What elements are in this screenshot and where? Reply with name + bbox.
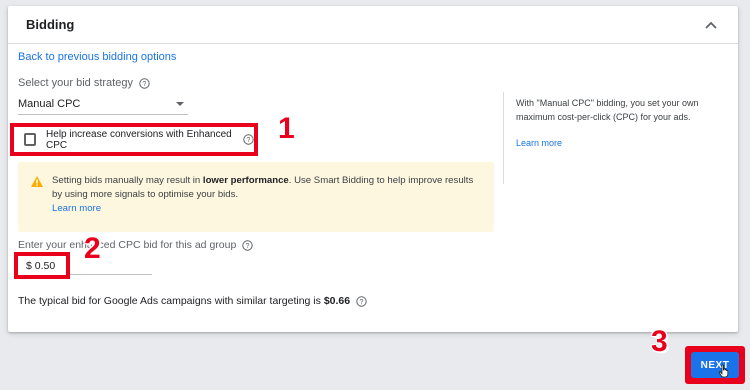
cpc-bid-input[interactable]: $ 0.50	[14, 252, 70, 279]
enhanced-cpc-checkbox[interactable]	[24, 133, 37, 146]
bid-strategy-label-text: Select your bid strategy	[18, 77, 133, 89]
warning-icon	[30, 175, 44, 189]
warning-text: Setting bids manually may result in lowe…	[52, 175, 474, 200]
typical-bid-info: The typical bid for Google Ads campaigns…	[18, 295, 367, 307]
strategy-learn-more-link[interactable]: Learn more	[516, 138, 713, 148]
typical-bid-text: The typical bid for Google Ads campaigns…	[18, 295, 351, 307]
help-icon[interactable]: ?	[242, 239, 253, 251]
svg-text:?: ?	[143, 81, 147, 88]
svg-text:?: ?	[246, 243, 250, 250]
bidding-header[interactable]: Bidding	[8, 6, 738, 44]
help-icon[interactable]: ?	[243, 134, 254, 145]
svg-text:?: ?	[247, 137, 251, 144]
back-to-previous-bidding-link[interactable]: Back to previous bidding options	[18, 51, 176, 63]
strategy-info-text: With "Manual CPC" bidding, you set your …	[516, 98, 699, 122]
dropdown-arrow-icon	[176, 101, 184, 106]
warning-emphasis: lower performance	[202, 175, 289, 186]
help-icon[interactable]: ?	[356, 295, 367, 307]
cpc-bid-label-text: Enter your enhanced CPC bid for this ad …	[18, 239, 237, 251]
bid-strategy-value: Manual CPC	[18, 97, 81, 110]
cpc-bid-label: Enter your enhanced CPC bid for this ad …	[18, 239, 253, 251]
typical-bid-value: $0.66	[323, 295, 351, 307]
bid-strategy-label: Select your bid strategy ?	[18, 77, 150, 89]
help-icon[interactable]: ?	[139, 77, 150, 89]
bid-strategy-select[interactable]: Manual CPC	[18, 93, 188, 115]
step-marker-3: 3	[651, 325, 668, 358]
enhanced-cpc-highlight: Help increase conversions with Enhanced …	[10, 123, 258, 156]
enhanced-cpc-label[interactable]: Help increase conversions with Enhanced …	[46, 129, 233, 151]
step-marker-1: 1	[278, 112, 295, 145]
step-marker-2: 2	[84, 232, 101, 265]
manual-bidding-warning: Setting bids manually may result in lowe…	[18, 162, 494, 232]
bidding-title: Bidding	[26, 17, 75, 32]
next-button-highlight: NEXT	[685, 346, 745, 384]
chevron-up-icon[interactable]	[702, 16, 720, 34]
hand-cursor-icon	[717, 364, 731, 380]
next-button[interactable]: NEXT	[691, 352, 739, 378]
strategy-info-panel: With "Manual CPC" bidding, you set your …	[503, 92, 713, 184]
warning-body: Setting bids manually may result in lowe…	[52, 174, 482, 232]
svg-text:?: ?	[360, 299, 364, 306]
warning-learn-more-link[interactable]: Learn more	[52, 203, 482, 214]
